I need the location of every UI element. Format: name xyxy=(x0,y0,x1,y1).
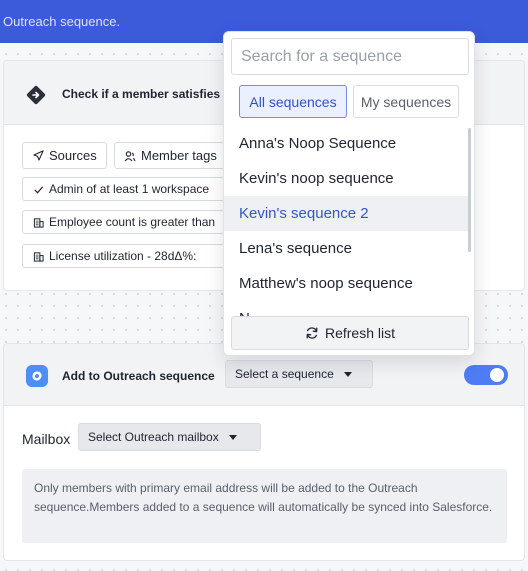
sync-notice: Only members with primary email address … xyxy=(22,469,507,543)
sequence-item-selected[interactable]: Kevin's sequence 2 xyxy=(224,196,470,231)
sources-chip[interactable]: Sources xyxy=(22,142,107,169)
license-utilization-label: License utilization - 28dΔ%: xyxy=(49,249,197,263)
building-icon xyxy=(32,216,44,228)
sequence-list-scrollbar[interactable] xyxy=(468,128,471,252)
employee-count-label: Employee count is greater than xyxy=(49,215,216,229)
sequence-dropdown: All sequences My sequences Anna's Noop S… xyxy=(223,31,475,356)
condition-card-title: Check if a member satisfies xyxy=(62,87,221,101)
chevron-down-icon xyxy=(343,371,352,377)
outreach-logo-icon xyxy=(26,365,48,387)
sequence-item[interactable]: Matthew's noop sequence xyxy=(224,266,470,301)
member-tags-chip-label: Member tags xyxy=(141,148,217,163)
users-icon xyxy=(124,150,136,162)
sequence-item[interactable]: Kevin's noop sequence xyxy=(224,161,470,196)
select-mailbox-button[interactable]: Select Outreach mailbox xyxy=(78,423,261,451)
refresh-list-button[interactable]: Refresh list xyxy=(231,316,469,350)
send-icon xyxy=(32,150,44,162)
refresh-icon xyxy=(306,327,318,339)
sequence-search-input[interactable] xyxy=(231,38,469,75)
refresh-list-label: Refresh list xyxy=(324,325,396,341)
sequence-list: Anna's Noop Sequence Kevin's noop sequen… xyxy=(224,126,470,316)
sequence-item[interactable]: N xyxy=(224,301,470,316)
select-sequence-button[interactable]: Select a sequence xyxy=(225,360,373,388)
tab-all-sequences[interactable]: All sequences xyxy=(239,85,347,118)
sequence-enabled-toggle[interactable] xyxy=(464,365,508,385)
building-icon xyxy=(32,250,44,262)
toggle-knob xyxy=(490,368,504,382)
sequence-item[interactable]: Anna's Noop Sequence xyxy=(224,126,470,161)
chevron-down-icon xyxy=(228,434,237,440)
check-icon xyxy=(32,183,44,195)
outreach-action-title: Add to Outreach sequence xyxy=(62,369,215,383)
select-mailbox-label: Select Outreach mailbox xyxy=(88,430,219,444)
diamond-arrow-icon xyxy=(26,85,46,105)
admin-condition-label: Admin of at least 1 workspace xyxy=(49,182,210,196)
select-sequence-label: Select a sequence xyxy=(235,367,334,381)
sources-chip-label: Sources xyxy=(49,148,97,163)
sequence-item[interactable]: Lena's sequence xyxy=(224,231,470,266)
outreach-action-card: Add to Outreach sequence Select a sequen… xyxy=(3,343,525,561)
mailbox-label: Mailbox xyxy=(22,431,71,447)
header-text: Outreach sequence. xyxy=(3,14,121,29)
tab-my-sequences[interactable]: My sequences xyxy=(353,85,459,118)
